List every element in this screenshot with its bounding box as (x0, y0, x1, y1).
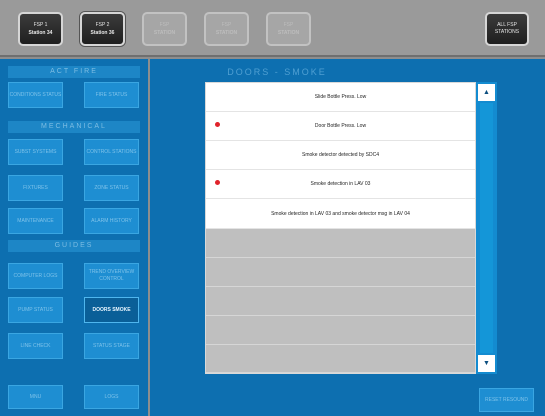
trend-overview-button[interactable]: TREND OVERVIEW CONTROL (84, 263, 139, 289)
tab-line1: FSP 1 (33, 22, 48, 28)
station-tab-3[interactable]: FSP STATION (142, 12, 187, 46)
logs-button[interactable]: LOGS (84, 385, 139, 409)
control-stations-button[interactable]: CONTROL STATIONS (84, 139, 139, 165)
section-title-guides: GUIDES (8, 240, 140, 252)
scroll-up-button[interactable]: ▲ (478, 84, 495, 101)
alarm-text: Door Bottle Press. Low (314, 123, 367, 129)
station-tab-5[interactable]: FSP STATION (266, 12, 311, 46)
list-item[interactable]: Smoke detection in LAV 03 and smoke dete… (206, 199, 475, 229)
alarm-history-button[interactable]: ALARM HISTORY (84, 208, 139, 234)
alarm-text: Smoke detection in LAV 03 and smoke dete… (271, 210, 410, 217)
scroll-down-button[interactable]: ▼ (478, 355, 495, 372)
tab-line2: Station 34 (28, 30, 53, 36)
tab-line1: FSP (283, 22, 294, 28)
list-item[interactable]: Slide Bottle Press. Low (206, 83, 475, 112)
list-item[interactable]: Door Bottle Press. Low (206, 112, 475, 141)
left-navigation-panel (0, 59, 148, 416)
tab-line1: FSP 2 (95, 22, 110, 28)
alarm-indicator-icon (215, 122, 220, 127)
subst-systems-button[interactable]: SUBST SYSTEMS (8, 139, 63, 165)
doors-smoke-button[interactable]: DOORS SMOKE (84, 297, 139, 323)
empty-list-row (206, 258, 475, 287)
empty-list-row (206, 345, 475, 373)
alarm-text: Slide Bottle Press. Low (314, 94, 367, 100)
alarm-list: Slide Bottle Press. Low Door Bottle Pres… (205, 82, 476, 374)
station-tab-fsp1[interactable]: FSP 1 Station 34 (18, 12, 63, 46)
section-title-mechanical: MECHANICAL (8, 121, 140, 133)
empty-list-row (206, 229, 475, 258)
all-fsp-stations-button[interactable]: ALL FSP STATIONS (485, 12, 529, 46)
tab-line1: FSP (221, 22, 232, 28)
empty-list-row (206, 287, 475, 316)
menu-button[interactable]: MNU (8, 385, 63, 409)
computer-logs-button[interactable]: COMPUTER LOGS (8, 263, 63, 289)
line-check-button[interactable]: LINE CHECK (8, 333, 63, 359)
tab-line2: STATION (153, 30, 176, 36)
zone-status-button[interactable]: ZONE STATUS (84, 175, 139, 201)
station-tab-fsp2[interactable]: FSP 2 Station 36 (80, 12, 125, 46)
list-item[interactable]: Smoke detector detected by SDC4 (206, 141, 475, 170)
conditions-status-button[interactable]: CONDITIONS STATUS (8, 82, 63, 108)
pump-status-button[interactable]: PUMP STATUS (8, 297, 63, 323)
tab-line2: Station 36 (90, 30, 115, 36)
maintenance-button[interactable]: MAINTENANCE (8, 208, 63, 234)
tab-line1: FSP (159, 22, 170, 28)
alarm-text: Smoke detection in LAV 03 (310, 181, 371, 187)
fixtures-button[interactable]: FIXTURES (8, 175, 63, 201)
scroll-track[interactable] (480, 103, 493, 353)
page-title: DOORS - SMOKE (227, 67, 327, 77)
list-item[interactable]: Smoke detection in LAV 03 (206, 170, 475, 199)
station-tab-4[interactable]: FSP STATION (204, 12, 249, 46)
triangle-down-icon: ▼ (483, 360, 490, 367)
section-title-act-fire: ACT FIRE (8, 66, 140, 78)
status-stage-button[interactable]: STATUS STAGE (84, 333, 139, 359)
tab-line2: STATION (215, 30, 238, 36)
tab-line2: STATION (277, 30, 300, 36)
fire-status-button[interactable]: FIRE STATUS (84, 82, 139, 108)
station-tab-bar: FSP 1 Station 34 FSP 2 Station 36 FSP ST… (0, 0, 545, 57)
alarm-indicator-icon (215, 180, 220, 185)
triangle-up-icon: ▲ (483, 89, 490, 96)
alarm-text: Smoke detector detected by SDC4 (302, 152, 379, 158)
reset-resound-button[interactable]: RESET RESOUND (479, 388, 534, 412)
empty-list-row (206, 316, 475, 345)
alarm-list-scrollbar[interactable]: ▲ ▼ (476, 82, 497, 374)
